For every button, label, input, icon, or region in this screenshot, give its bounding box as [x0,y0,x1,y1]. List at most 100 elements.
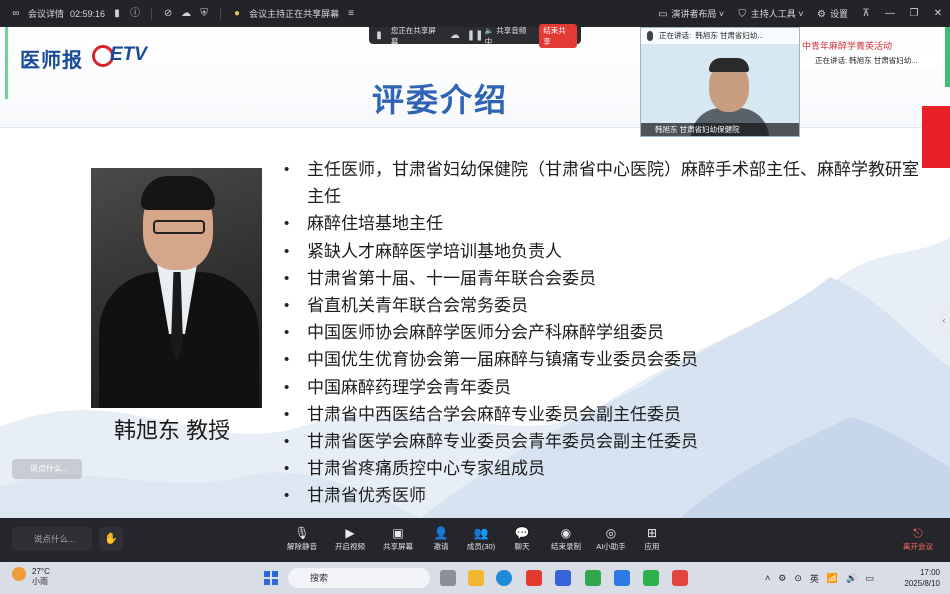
header-divider [0,127,950,128]
collapse-panel-button[interactable]: ‹ [938,307,950,333]
judge-name: 韩旭东 教授 [114,418,231,443]
camera-off-icon: ▶ [345,526,355,540]
bio-item: 甘肃省第十届、十一届青年联合会委员 [284,265,924,292]
invite-button[interactable]: 👤 邀请 [419,525,463,557]
layout-icon: ▭ [658,8,668,20]
share-screen-label: 共享屏幕 [383,542,413,551]
weather-icon [12,567,26,581]
meeting-window: ∞ 会议详情 02:59:16 ▮ ⓘ ⊘ ☁ ⛨ ● 会议主持正在共享屏幕 ≡… [0,0,950,594]
ai-assistant-button[interactable]: ◎ AI小助手 [589,525,633,557]
settings-label: 设置 [829,8,848,19]
logo-yishibao: 医师报 [20,48,83,72]
share-screen-button[interactable]: ▣ 共享屏幕 [376,525,420,557]
bio-item: 中国医师协会麻醉学医师分会产科麻醉学组委员 [284,319,924,346]
signal-icon: ▮ [376,29,382,41]
wifi-icon[interactable]: 📶 [827,573,838,584]
wps-office-icon[interactable] [672,570,688,586]
volume-icon[interactable]: 🔊 [846,573,857,584]
share-status: 您正在共享屏幕 [390,25,436,46]
chat-button[interactable]: 💬 聊天 [500,525,544,557]
chat-label: 聊天 [514,542,530,551]
apps-button[interactable]: ⊞ 应用 [630,525,674,557]
leave-meeting-button[interactable]: ⎋ 离开会议 [896,525,940,557]
info-icon[interactable]: ⓘ [129,8,141,20]
bio-item: 甘肃省医学会麻醉专业委员会青年委员会副主任委员 [284,428,924,455]
logo-etv: ETV [92,43,154,69]
shield-icon: ⛉ [738,8,746,20]
battery-icon[interactable]: ▭ [865,573,874,584]
taskbar-search[interactable]: 搜索 [288,568,430,588]
bio-item: 甘肃省优秀医师 [284,482,924,509]
menu-icon[interactable]: ≡ [345,8,357,20]
decor-red-block [922,106,950,168]
cloud-icon[interactable]: ☁ [180,8,192,20]
stop-recording-label: 结束录制 [551,542,581,551]
apps-icon: ⊞ [646,526,658,540]
close-icon[interactable]: ✕ [932,8,944,20]
floating-chat-input[interactable]: 说点什么... [12,459,82,479]
bio-item: 甘肃省中西医结合学会麻醉专业委员会副主任委员 [284,401,924,428]
pin-icon[interactable]: ⊼ [860,8,872,20]
ai-assistant-icon: ◎ [605,526,617,540]
speaking-indicator: 正在讲话: 韩旭东 甘肃省妇幼... [641,28,799,44]
meeting-timer: 02:59:16 [70,8,106,19]
unmute-button[interactable]: 🎙 解除静音 [280,525,324,557]
speaker-video-tile[interactable]: 正在讲话: 韩旭东 甘肃省妇幼... 韩旭东 甘肃省妇幼保健院 [640,27,800,137]
stop-recording-button[interactable]: ◉ 结束录制 [544,525,588,557]
date: 2025/8/10 [904,579,940,588]
cloud-icon[interactable]: ☁ [449,30,461,42]
portrait-glasses [153,220,205,234]
host-tools-menu[interactable]: ⛉ 主持人工具 ˅ [736,7,803,21]
gear-icon: ⚙ [816,8,826,20]
start-button[interactable] [264,571,278,585]
decor-stripe [5,27,8,99]
tray-app-icon[interactable]: ⊙ [794,573,802,584]
wechat-icon[interactable] [643,570,659,586]
app-icon[interactable] [555,570,571,586]
wps-icon[interactable] [526,570,542,586]
chat-icon: 💬 [514,526,530,540]
tray-expand-icon[interactable]: ˄ [765,573,770,583]
chat-input[interactable]: 说点什么... [12,527,92,551]
tray-app-icon[interactable]: ⚙ [778,573,786,584]
meeting-details-link[interactable]: 会议详情 [28,7,64,20]
members-label: 成员(30) [466,542,496,551]
bio-item: 主任医师，甘肃省妇幼保健院（甘肃省中心医院）麻醉手术部主任、麻醉学教研室主任 [284,156,924,210]
speaking-label: 正在讲话: [659,31,692,40]
stop-share-button[interactable]: 结束共享 [539,23,577,48]
members-button[interactable]: 👥 成员(30) [459,525,503,557]
pause-icon[interactable]: ❚❚ [467,30,484,42]
time: 17:00 [919,568,940,577]
minimize-icon[interactable]: — [884,8,896,20]
bio-item: 中国麻醉药理学会青年委员 [284,374,924,401]
layout-menu[interactable]: ▭ 演讲者布局 ˅ [657,7,724,21]
clock[interactable]: 17:00 2025/8/10 [900,567,940,589]
task-view-icon[interactable] [440,570,456,586]
portrait-hair [141,176,215,210]
start-video-button[interactable]: ▶ 开启视频 [328,525,372,557]
bio-item: 紧缺人才麻醉医学培训基地负责人 [284,238,924,265]
no-edit-icon[interactable]: ⊘ [162,8,174,20]
share-screen-icon: ▣ [392,526,404,540]
exit-icon: ⎋ [913,526,923,540]
divider [151,7,153,20]
file-explorer-icon[interactable] [468,570,484,586]
ime-indicator[interactable]: 英 [810,572,819,585]
mic-off-icon: 🎙 [294,526,310,540]
meeting-app-icon[interactable] [614,570,630,586]
shared-slide: 医师报 ETV 中青年麻醉学菁英活动 评委介绍 韩旭东 教授 主任医师，甘肃省妇… [0,27,950,518]
decor-stripe [945,27,950,87]
mic-icon [647,31,653,41]
edge-browser-icon[interactable] [496,570,512,586]
search-label: 搜索 [310,573,329,583]
settings-button[interactable]: ⚙ 设置 [815,7,848,21]
host-sharing-status: 会议主持正在共享屏幕 [249,9,340,19]
security-icon[interactable]: ⛨ [198,8,210,20]
logo-etv-text: ETV [110,44,147,65]
bio-item: 麻醉住培基地主任 [284,210,924,237]
app-icon[interactable] [585,570,601,586]
share-audio-toggle[interactable]: 🔈 共享音频中 [485,25,533,47]
raise-hand-icon[interactable]: ✋ [99,527,123,551]
restore-icon[interactable]: ❐ [908,8,920,20]
slide-title: 评委介绍 [372,82,509,118]
